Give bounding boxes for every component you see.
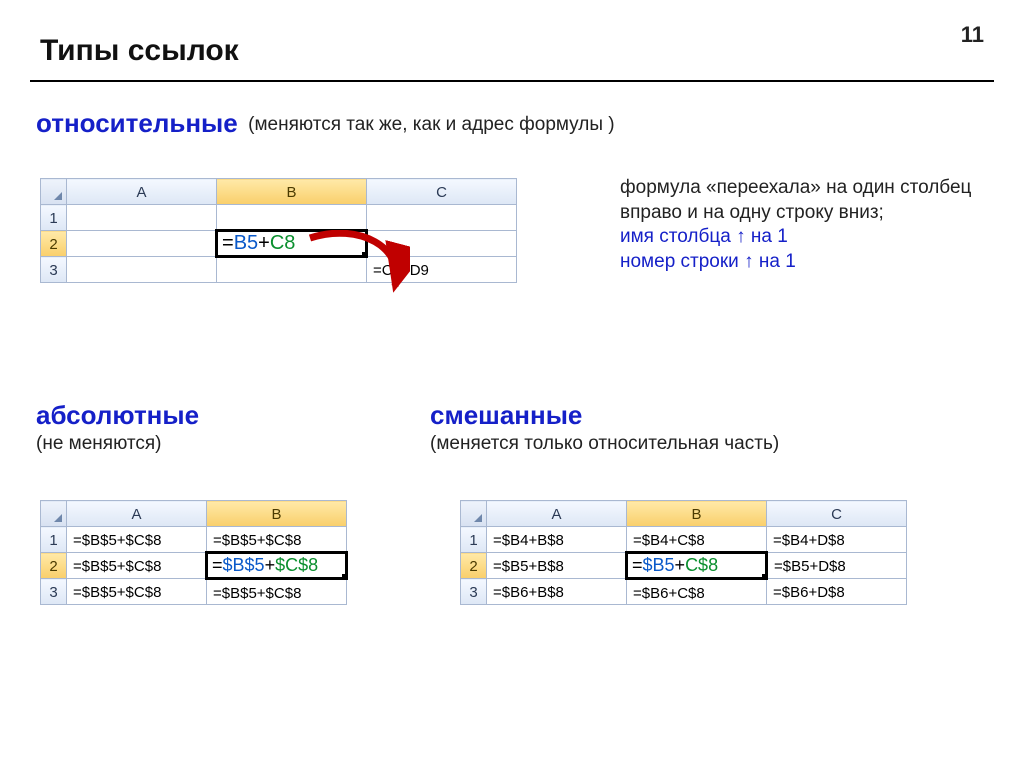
cell — [367, 205, 517, 231]
cell-b2-active: =$B$5+$C$8 — [207, 553, 347, 579]
formula-ref: $B5 — [643, 555, 675, 575]
relative-heading: относительные — [36, 108, 238, 138]
formula-ref: $C$8 — [275, 555, 318, 575]
cell-c3: =C6+D9 — [367, 257, 517, 283]
absolute-heading: абсолютные — [36, 400, 199, 431]
row-header: 1 — [41, 205, 67, 231]
note-line1: формула «переехала» на один столбец впра… — [620, 176, 990, 225]
corner-cell — [41, 501, 67, 527]
absolute-sub: (не меняются) — [36, 433, 199, 455]
formula-ref: $B$5 — [223, 555, 265, 575]
corner-cell — [461, 501, 487, 527]
cell — [67, 231, 217, 257]
note-line3: номер строки ↑ на 1 — [620, 250, 990, 275]
row-header: 2 — [41, 231, 67, 257]
row-header: 1 — [461, 527, 487, 553]
col-header: C — [767, 501, 907, 527]
formula-plus: + — [258, 232, 270, 254]
cell-b2-active: =$B5+C$8 — [627, 553, 767, 579]
row-header: 1 — [41, 527, 67, 553]
formula-prefix: = — [222, 232, 234, 254]
section-relative: относительные (меняются так же, как и ад… — [36, 108, 615, 139]
formula-plus: + — [675, 555, 686, 575]
cell — [67, 205, 217, 231]
cell — [67, 257, 217, 283]
mixed-sub: (меняется только относительная часть) — [430, 433, 990, 455]
table-mixed: A B C 1 =$B4+B$8 =$B4+C$8 =$B4+D$8 2 =$B… — [460, 500, 907, 605]
section-mixed: смешанные (меняется только относительная… — [430, 400, 990, 455]
cell: =$B$5+$C$8 — [67, 579, 207, 605]
page-number: 11 — [961, 22, 984, 48]
relative-note: формула «переехала» на один столбец впра… — [620, 176, 990, 275]
cell: =$B$5+$C$8 — [207, 579, 347, 605]
formula-ref: B5 — [234, 232, 258, 254]
cell: =$B4+B$8 — [487, 527, 627, 553]
col-header: B — [627, 501, 767, 527]
mixed-heading: смешанные — [430, 400, 990, 431]
relative-sub: (меняются так же, как и адрес формулы ) — [248, 114, 614, 135]
col-header: A — [487, 501, 627, 527]
note-line2: имя столбца ↑ на 1 — [620, 225, 990, 250]
cell: =$B6+B$8 — [487, 579, 627, 605]
section-absolute: абсолютные (не меняются) — [36, 400, 199, 455]
cell: =$B4+D$8 — [767, 527, 907, 553]
cell: =$B6+C$8 — [627, 579, 767, 605]
cell: =$B5+D$8 — [767, 553, 907, 579]
col-header: A — [67, 179, 217, 205]
table-absolute: A B 1 =$B$5+$C$8 =$B$5+$C$8 2 =$B$5+$C$8… — [40, 500, 348, 605]
formula-prefix: = — [632, 555, 643, 575]
col-header: C — [367, 179, 517, 205]
cell: =$B$5+$C$8 — [67, 527, 207, 553]
title-rule — [30, 80, 994, 82]
formula-plus: + — [265, 555, 276, 575]
cell: =$B5+B$8 — [487, 553, 627, 579]
row-header: 2 — [461, 553, 487, 579]
cell: =$B6+D$8 — [767, 579, 907, 605]
row-header: 3 — [41, 579, 67, 605]
col-header: A — [67, 501, 207, 527]
formula-prefix: = — [212, 555, 223, 575]
cell: =$B$5+$C$8 — [67, 553, 207, 579]
cell: =$B$5+$C$8 — [207, 527, 347, 553]
table-relative: A B C 1 2 =B5+C8 3 =C6+D9 — [40, 178, 517, 283]
corner-cell — [41, 179, 67, 205]
col-header: B — [207, 501, 347, 527]
page-title: Типы ссылок — [40, 34, 239, 68]
cell — [217, 205, 367, 231]
cell — [367, 231, 517, 257]
formula-ref: C$8 — [685, 555, 718, 575]
col-header: B — [217, 179, 367, 205]
row-header: 3 — [41, 257, 67, 283]
cell-b2-active: =B5+C8 — [217, 231, 367, 257]
formula-ref: C8 — [270, 232, 296, 254]
cell: =$B4+C$8 — [627, 527, 767, 553]
cell — [217, 257, 367, 283]
row-header: 3 — [461, 579, 487, 605]
row-header: 2 — [41, 553, 67, 579]
